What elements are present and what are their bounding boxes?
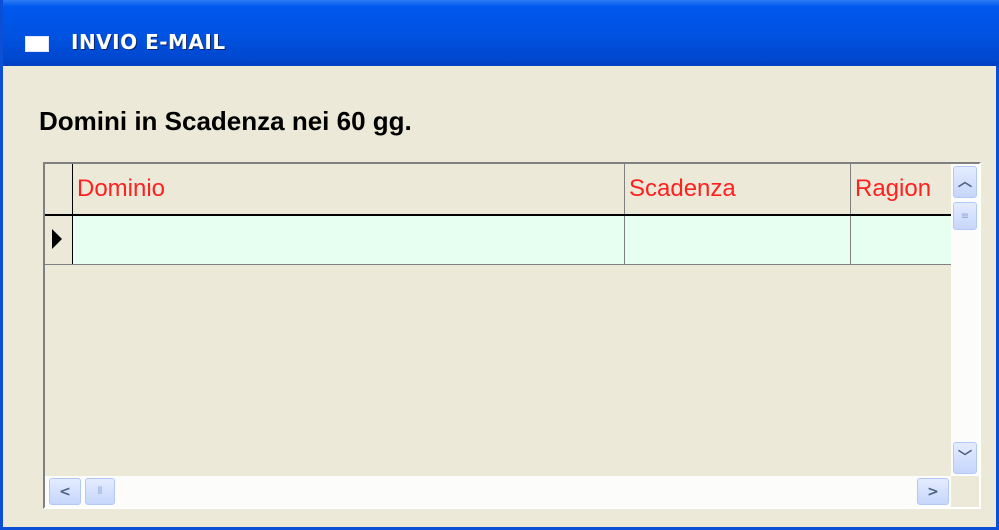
cell-ragione[interactable] (851, 216, 951, 264)
chevron-left-icon: < (59, 483, 71, 500)
column-header-ragione[interactable]: Ragion (851, 164, 951, 214)
horizontal-scrollbar[interactable]: < ⦀ > (45, 476, 951, 507)
current-row-arrow-icon (52, 229, 62, 249)
grid-header-row: Dominio Scadenza Ragion (45, 164, 951, 216)
window-title: INVIO E-MAIL (71, 30, 226, 54)
grid-viewport: Dominio Scadenza Ragion (45, 164, 951, 476)
cell-scadenza[interactable] (625, 216, 851, 264)
column-header-scadenza[interactable]: Scadenza (625, 164, 851, 214)
row-indicator[interactable] (45, 216, 73, 264)
chevron-right-icon: > (927, 483, 939, 500)
scroll-right-button[interactable]: > (917, 478, 949, 505)
table-row[interactable] (45, 216, 951, 265)
cell-dominio[interactable] (73, 216, 625, 264)
vertical-scroll-thumb[interactable]: ≡ (953, 202, 977, 230)
grip-icon: ⦀ (97, 486, 103, 497)
chevron-up-icon: ︿ (958, 174, 972, 190)
row-indicator-header (45, 164, 73, 214)
page-title: Domini in Scadenza nei 60 gg. (39, 106, 412, 136)
scroll-up-button[interactable]: ︿ (953, 166, 977, 198)
title-bar[interactable]: INVIO E-MAIL (3, 0, 999, 66)
grip-icon: ≡ (960, 210, 970, 222)
chevron-down-icon: ﹀ (958, 450, 972, 466)
scroll-down-button[interactable]: ﹀ (953, 442, 977, 474)
app-window: INVIO E-MAIL Domini in Scadenza nei 60 g… (0, 0, 999, 530)
horizontal-scroll-thumb[interactable]: ⦀ (85, 478, 115, 505)
scroll-left-button[interactable]: < (49, 478, 81, 505)
vertical-scrollbar[interactable]: ︿ ≡ ﹀ (951, 164, 979, 476)
column-header-dominio[interactable]: Dominio (73, 164, 625, 214)
scrollbar-corner (951, 476, 979, 507)
domains-grid[interactable]: Dominio Scadenza Ragion ︿ ≡ ﹀ < ⦀ > (43, 162, 981, 509)
window-icon[interactable] (25, 36, 49, 52)
